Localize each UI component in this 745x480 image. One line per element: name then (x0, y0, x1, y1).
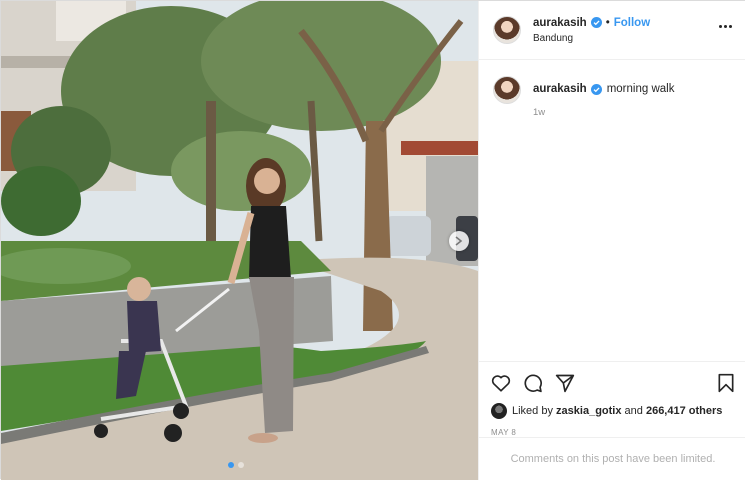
header-text: aurakasih • Follow Bandung (533, 17, 650, 44)
likes-summary: Liked by zaskia_gotix and 266,417 others (491, 403, 735, 419)
post-sidebar: aurakasih • Follow Bandung aurakasih mor… (478, 1, 745, 480)
likes-prefix: Liked by (512, 405, 553, 417)
caption-line: aurakasih morning walk (533, 83, 674, 95)
post-date[interactable]: MAY 8 (491, 428, 735, 437)
caption-time[interactable]: 1w (533, 107, 674, 118)
username-link[interactable]: aurakasih (533, 17, 587, 29)
carousel-dot (228, 462, 234, 468)
liked-by-user-link[interactable]: zaskia_gotix (556, 405, 621, 417)
caption-username[interactable]: aurakasih (533, 83, 587, 95)
caption: aurakasih morning walk 1w (479, 60, 745, 118)
carousel-next-button[interactable] (449, 231, 469, 251)
carousel-indicator (228, 462, 244, 468)
header-user-row: aurakasih • Follow (533, 17, 650, 29)
action-icons (491, 370, 735, 396)
follow-button[interactable]: Follow (614, 17, 650, 29)
comment-icon[interactable] (523, 373, 543, 393)
comments-limited-notice: Comments on this post have been limited. (479, 437, 745, 480)
post-photo[interactable] (1, 1, 478, 480)
caption-text: morning walk (606, 83, 675, 95)
separator: • (605, 16, 610, 29)
bookmark-icon[interactable] (717, 373, 735, 393)
caption-avatar[interactable] (493, 76, 521, 104)
verified-badge-icon (590, 17, 602, 28)
action-bar: Liked by zaskia_gotix and 266,417 others… (479, 361, 745, 437)
more-options-icon[interactable] (719, 25, 732, 28)
likes-conjunction: and (624, 405, 643, 417)
post-modal: aurakasih • Follow Bandung aurakasih mor… (0, 0, 745, 480)
chevron-right-icon (455, 236, 463, 246)
caption-body: aurakasih morning walk 1w (533, 76, 674, 118)
carousel-dot (238, 462, 244, 468)
heart-icon[interactable] (491, 374, 511, 392)
likes-count-link[interactable]: 266,417 others (646, 405, 722, 417)
verified-badge-icon (590, 83, 602, 95)
share-icon[interactable] (555, 373, 575, 393)
location-link[interactable]: Bandung (533, 33, 650, 44)
photo-illustration (1, 1, 478, 480)
liker-avatar[interactable] (491, 403, 507, 419)
post-header: aurakasih • Follow Bandung (479, 1, 745, 60)
avatar[interactable] (493, 16, 521, 44)
